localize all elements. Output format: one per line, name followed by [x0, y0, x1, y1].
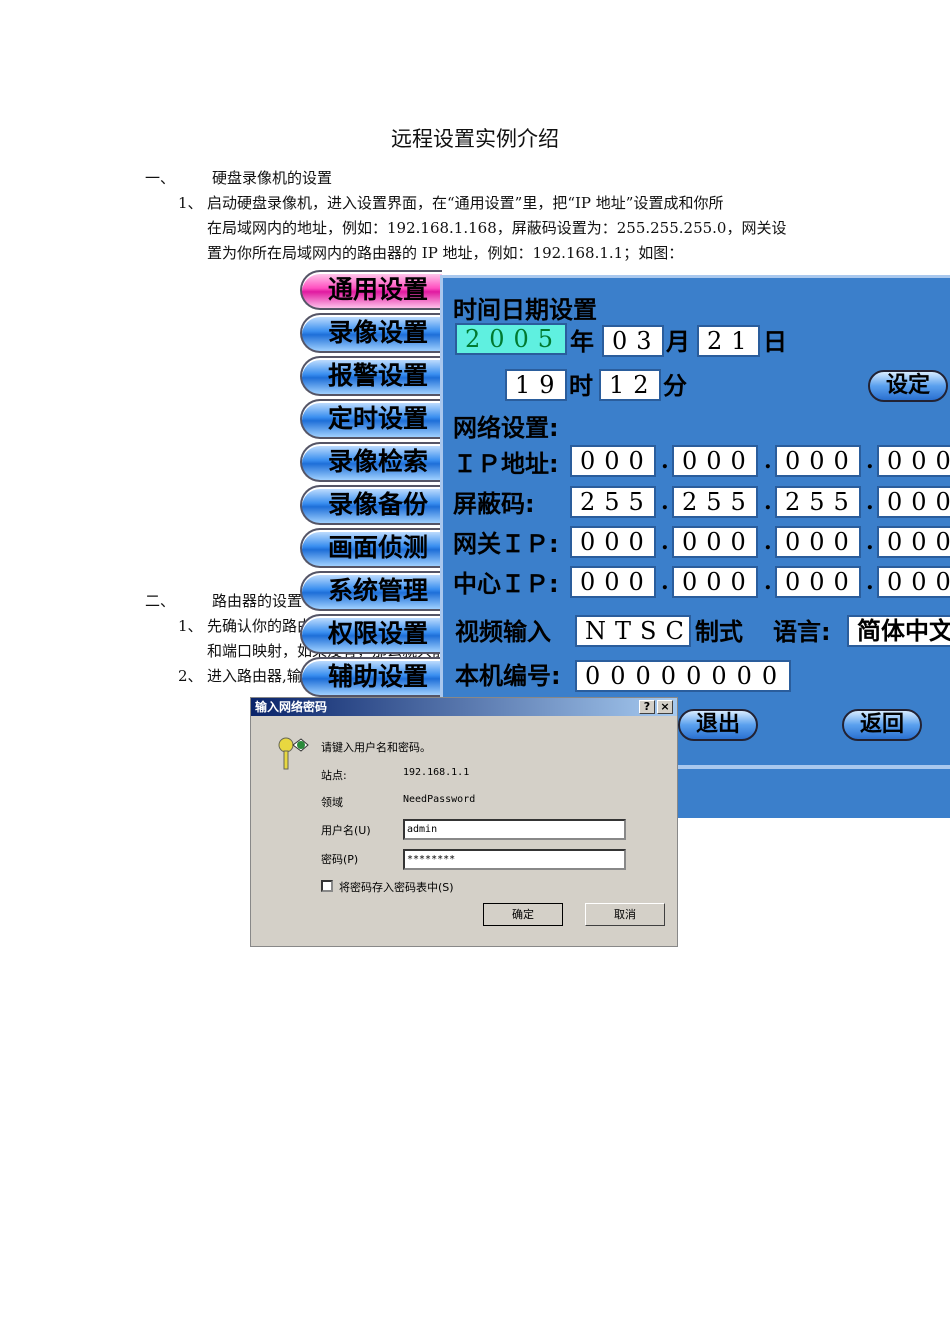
menu-alarm-settings[interactable]: 报警设置 [300, 356, 442, 396]
language-select[interactable]: 简体中文 [847, 615, 950, 647]
section-2-number: 二、 [145, 592, 176, 610]
minute-unit: 分 [663, 372, 687, 400]
username-label: 用户名(U) [321, 824, 371, 837]
menu-motion-detect[interactable]: 画面侦测 [300, 528, 442, 568]
dialog-title: 输入网络密码 [255, 700, 328, 714]
save-password-checkbox[interactable] [321, 880, 333, 892]
exit-button[interactable]: 退出 [678, 709, 758, 741]
page-title: 远程设置实例介绍 [391, 127, 559, 151]
gateway-label: 网关ＩＰ: [453, 530, 559, 558]
language-label: 语言: [773, 618, 831, 646]
gateway-octet-1[interactable]: 000 [570, 526, 656, 558]
month-unit: 月 [666, 328, 690, 356]
video-standard-select[interactable]: NTSC [575, 615, 691, 647]
item-number: 1、 [178, 194, 203, 212]
mask-octet-1[interactable]: 255 [570, 486, 656, 518]
hour-unit: 时 [569, 372, 593, 400]
dialog-prompt: 请键入用户名和密码。 [321, 741, 431, 754]
ip-octet-4[interactable]: 000 [877, 445, 950, 477]
section-1-number: 一、 [145, 169, 176, 187]
ip-separator-dot: . [661, 529, 669, 555]
ip-separator-dot: . [764, 448, 772, 474]
set-button[interactable]: 设定 [868, 370, 948, 402]
device-id-label: 本机编号: [455, 662, 561, 690]
menu-general-settings[interactable]: 通用设置 [300, 270, 442, 310]
datetime-title: 时间日期设置 [453, 296, 597, 324]
hour-field[interactable]: 19 [505, 369, 567, 401]
ip-separator-dot: . [661, 489, 669, 515]
ip-separator-dot: . [764, 569, 772, 595]
dialog-titlebar: 输入网络密码 ? × [251, 698, 677, 716]
item-number: 1、 [178, 617, 203, 635]
menu-permission-settings[interactable]: 权限设置 [300, 614, 442, 654]
paragraph-line: 置为你所在局域网内的路由器的 IP 地址，例如：192.168.1.1；如图： [207, 244, 684, 262]
ip-octet-1[interactable]: 000 [570, 445, 656, 477]
site-value: 192.168.1.1 [403, 767, 470, 778]
menu-system-management[interactable]: 系统管理 [300, 571, 442, 611]
section-1-title: 硬盘录像机的设置 [212, 169, 333, 187]
close-button[interactable]: × [657, 700, 673, 714]
paragraph-line: 启动硬盘录像机，进入设置界面，在“通用设置”里，把“IP 地址”设置成和你所 [207, 194, 724, 212]
site-label: 站点: [321, 769, 347, 782]
year-unit: 年 [570, 328, 594, 356]
mask-octet-2[interactable]: 255 [672, 486, 758, 518]
month-field[interactable]: 03 [602, 325, 664, 357]
gateway-octet-3[interactable]: 000 [775, 526, 861, 558]
device-id-field[interactable]: 00000000 [575, 660, 791, 692]
day-unit: 日 [763, 328, 787, 356]
center-ip-octet-2[interactable]: 000 [672, 566, 758, 598]
center-ip-octet-4[interactable]: 000 [877, 566, 950, 598]
password-input[interactable]: ******** [403, 849, 626, 870]
menu-auxiliary-settings[interactable]: 辅助设置 [300, 657, 442, 697]
center-ip-label: 中心ＩＰ: [453, 570, 559, 598]
video-input-label: 视频输入 [455, 618, 551, 646]
menu-schedule-settings[interactable]: 定时设置 [300, 399, 442, 439]
ip-label: ＩＰ地址: [453, 450, 559, 478]
gateway-octet-4[interactable]: 000 [877, 526, 950, 558]
ip-separator-dot: . [866, 489, 874, 515]
mask-label: 屏蔽码: [453, 490, 535, 518]
format-label: 制式 [695, 618, 743, 646]
menu-record-backup[interactable]: 录像备份 [300, 485, 442, 525]
center-ip-octet-1[interactable]: 000 [570, 566, 656, 598]
realm-value: NeedPassword [403, 794, 476, 805]
help-button[interactable]: ? [639, 700, 655, 714]
menu-record-search[interactable]: 录像检索 [300, 442, 442, 482]
ip-separator-dot: . [661, 569, 669, 595]
ip-octet-2[interactable]: 000 [672, 445, 758, 477]
ip-separator-dot: . [866, 569, 874, 595]
save-password-label: 将密码存入密码表中(S) [339, 881, 454, 894]
ip-separator-dot: . [866, 448, 874, 474]
password-label: 密码(P) [321, 853, 359, 866]
ok-button[interactable]: 确定 [483, 903, 563, 926]
ip-separator-dot: . [764, 529, 772, 555]
ip-octet-3[interactable]: 000 [775, 445, 861, 477]
menu-record-settings[interactable]: 录像设置 [300, 313, 442, 353]
ip-separator-dot: . [764, 489, 772, 515]
realm-label: 领域 [321, 796, 343, 809]
ip-separator-dot: . [866, 529, 874, 555]
minute-field[interactable]: 12 [599, 369, 661, 401]
back-button[interactable]: 返回 [842, 709, 922, 741]
username-input[interactable]: admin [403, 819, 626, 840]
mask-octet-4[interactable]: 000 [877, 486, 950, 518]
center-ip-octet-3[interactable]: 000 [775, 566, 861, 598]
network-title: 网络设置: [453, 414, 559, 442]
key-icon [277, 736, 309, 775]
year-field[interactable]: 2005 [455, 323, 567, 355]
cancel-button[interactable]: 取消 [585, 903, 665, 926]
gateway-octet-2[interactable]: 000 [672, 526, 758, 558]
mask-octet-3[interactable]: 255 [775, 486, 861, 518]
network-password-dialog: 输入网络密码 ? × 请键入用户名和密码。 站点: 192.168.1.1 领域… [250, 697, 678, 947]
ip-separator-dot: . [661, 448, 669, 474]
item-number: 2、 [178, 667, 203, 685]
day-field[interactable]: 21 [697, 325, 760, 357]
paragraph-line: 在局域网内的地址，例如：192.168.1.168，屏蔽码设置为：255.255… [207, 219, 787, 237]
